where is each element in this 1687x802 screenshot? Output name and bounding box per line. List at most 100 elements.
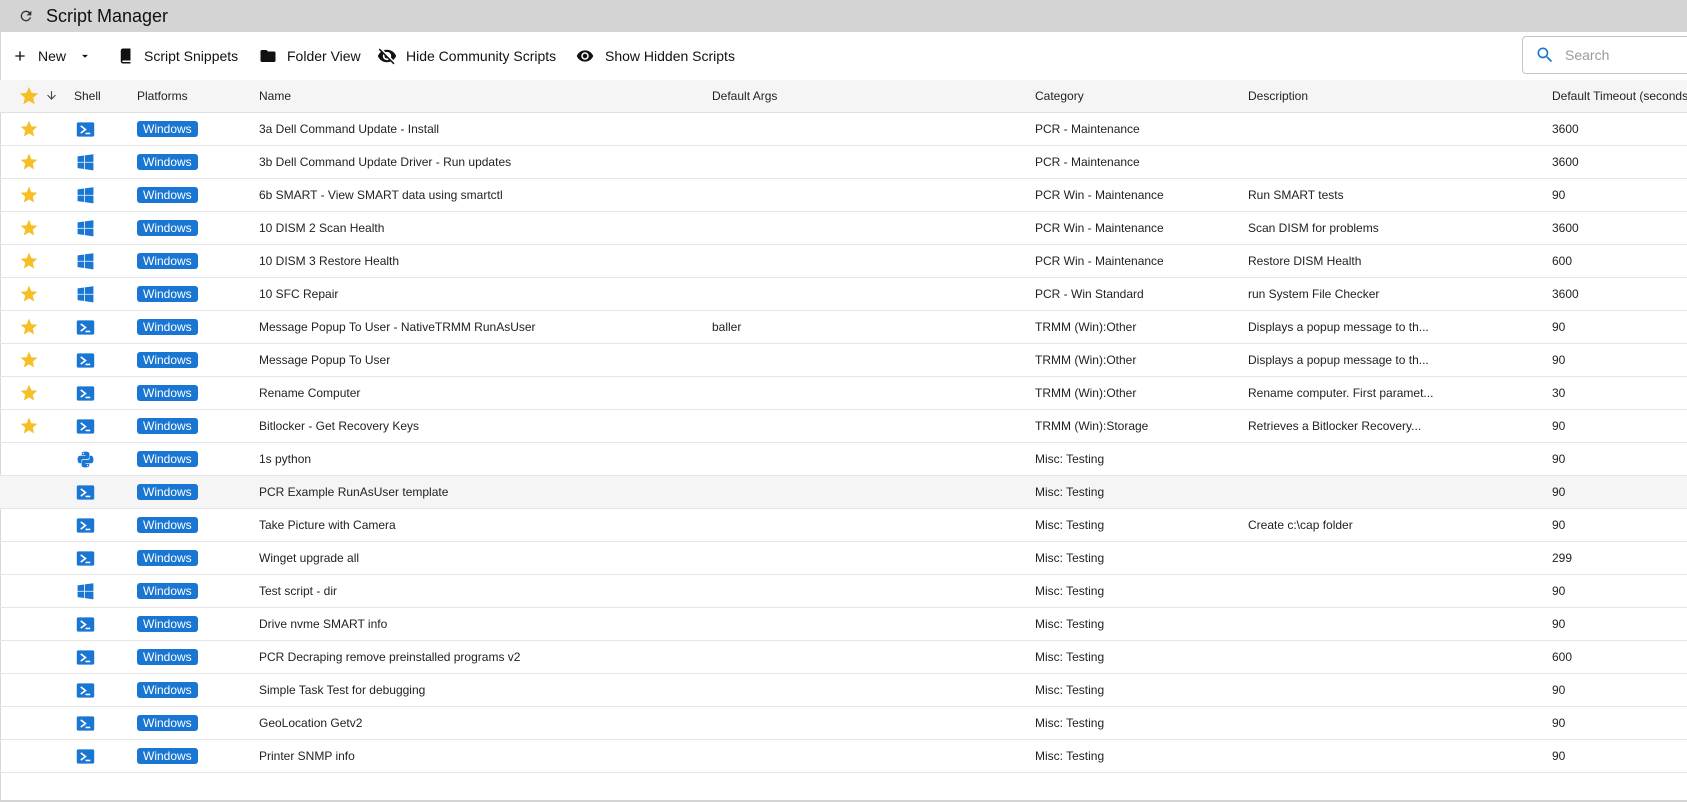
category: TRMM (Win):Other [1035, 353, 1137, 367]
table-row[interactable]: Windows Bitlocker - Get Recovery Keys TRMM… [0, 410, 1687, 443]
table-row[interactable]: Windows 3b Dell Command Update Driver - R… [0, 146, 1687, 179]
powershell-shell-icon [76, 683, 95, 698]
powershell-shell-icon [76, 122, 95, 137]
show-hidden-scripts-button[interactable]: Show Hidden Scripts [574, 47, 735, 65]
table-row[interactable]: Windows Printer SNMP info Misc: Testing 90 [0, 740, 1687, 773]
category: Misc: Testing [1035, 485, 1105, 499]
table-row[interactable]: Windows Message Popup To User - NativeTRM… [0, 311, 1687, 344]
table-row[interactable]: Windows Drive nvme SMART info Misc: Testin… [0, 608, 1687, 641]
description: Rename computer. First paramet... [1248, 386, 1434, 400]
favorite-star-icon[interactable] [19, 251, 39, 271]
category: Misc: Testing [1035, 452, 1105, 466]
cmd-shell-icon [77, 253, 94, 270]
category: TRMM (Win):Other [1035, 386, 1137, 400]
column-header-platforms[interactable]: Platforms [137, 89, 188, 103]
platform-badge: Windows [137, 715, 198, 731]
table-row[interactable]: Windows Winget upgrade all Misc: Testing 29… [0, 542, 1687, 575]
script-snippets-button[interactable]: Script Snippets [117, 47, 238, 65]
favorite-star-icon[interactable] [19, 119, 39, 139]
favorite-star-icon[interactable] [19, 185, 39, 205]
script-name: GeoLocation Getv2 [259, 716, 363, 730]
powershell-shell-icon [76, 749, 95, 764]
column-header-description[interactable]: Description [1248, 89, 1308, 103]
category: Misc: Testing [1035, 617, 1105, 631]
favorite-star-icon[interactable] [19, 152, 39, 172]
script-name: Drive nvme SMART info [259, 617, 388, 631]
column-header-category[interactable]: Category [1035, 89, 1084, 103]
platform-badge: Windows [137, 154, 198, 170]
search-box[interactable] [1522, 36, 1687, 74]
platform-badge: Windows [137, 319, 198, 335]
table-row[interactable]: Windows 10 DISM 2 Scan Health PCR Win - Ma… [0, 212, 1687, 245]
new-button[interactable]: New [12, 48, 92, 64]
table-row[interactable]: Windows 1s python Misc: Testing 90 [0, 443, 1687, 476]
folder-view-button[interactable]: Folder View [258, 47, 361, 65]
platform-badge: Windows [137, 583, 198, 599]
table-row[interactable]: Windows Message Popup To User TRMM (Win):O… [0, 344, 1687, 377]
refresh-icon[interactable] [18, 8, 34, 24]
cmd-shell-icon [77, 220, 94, 237]
caret-down-icon[interactable] [78, 49, 92, 63]
powershell-shell-icon [76, 617, 95, 632]
category: TRMM (Win):Storage [1035, 419, 1149, 433]
table-row[interactable]: Windows PCR Decraping remove preinstalled… [0, 641, 1687, 674]
column-header-shell[interactable]: Shell [74, 89, 101, 103]
default-timeout: 90 [1552, 419, 1566, 433]
script-name: Winget upgrade all [259, 551, 360, 565]
default-timeout: 90 [1552, 485, 1566, 499]
table-row[interactable]: Windows GeoLocation Getv2 Misc: Testing 90 [0, 707, 1687, 740]
default-timeout: 90 [1552, 716, 1566, 730]
category: Misc: Testing [1035, 584, 1105, 598]
default-timeout: 90 [1552, 353, 1566, 367]
cmd-shell-icon [77, 583, 94, 600]
hide-community-scripts-label: Hide Community Scripts [406, 48, 557, 64]
table-row[interactable]: Windows 10 SFC Repair PCR - Win Standard ru… [0, 278, 1687, 311]
script-name: Rename Computer [259, 386, 361, 400]
description: Scan DISM for problems [1248, 221, 1379, 235]
table-row[interactable]: Windows Simple Task Test for debugging Mis… [0, 674, 1687, 707]
platform-badge: Windows [137, 286, 198, 302]
category: PCR - Win Standard [1035, 287, 1144, 301]
platform-badge: Windows [137, 418, 198, 434]
default-timeout: 90 [1552, 518, 1566, 532]
platform-badge: Windows [137, 220, 198, 236]
script-name: 10 SFC Repair [259, 287, 339, 301]
folder-view-label: Folder View [287, 48, 361, 64]
favorite-star-icon[interactable] [19, 317, 39, 337]
favorite-star-icon[interactable] [19, 218, 39, 238]
default-timeout: 90 [1552, 188, 1566, 202]
table-row[interactable]: Windows 6b SMART - View SMART data using … [0, 179, 1687, 212]
description: run System File Checker [1248, 287, 1380, 301]
powershell-shell-icon [76, 518, 95, 533]
column-header-default-args[interactable]: Default Args [712, 89, 777, 103]
table-row[interactable]: Windows Rename Computer TRMM (Win):Other Re… [0, 377, 1687, 410]
sort-arrow-down-icon[interactable] [45, 89, 58, 102]
category: Misc: Testing [1035, 683, 1105, 697]
favorite-star-icon[interactable] [19, 284, 39, 304]
script-name: 1s python [259, 452, 312, 466]
favorite-column-star-icon[interactable] [18, 85, 40, 107]
column-header-default-timeout[interactable]: Default Timeout (seconds) [1552, 89, 1687, 103]
default-timeout: 600 [1552, 650, 1573, 664]
script-name: Message Popup To User - NativeTRMM RunAs… [259, 320, 536, 334]
title-bar: Script Manager [0, 0, 1687, 32]
table-row[interactable]: Windows Take Picture with Camera Misc: Tes… [0, 509, 1687, 542]
category: Misc: Testing [1035, 650, 1105, 664]
script-name: Test script - dir [259, 584, 338, 598]
default-timeout: 90 [1552, 683, 1566, 697]
favorite-star-icon[interactable] [19, 383, 39, 403]
search-input[interactable] [1563, 46, 1687, 64]
default-timeout: 90 [1552, 320, 1566, 334]
powershell-shell-icon [76, 320, 95, 335]
favorite-star-icon[interactable] [19, 416, 39, 436]
script-name: Simple Task Test for debugging [259, 683, 426, 697]
powershell-shell-icon [76, 419, 95, 434]
default-timeout: 3600 [1552, 122, 1579, 136]
favorite-star-icon[interactable] [19, 350, 39, 370]
table-row[interactable]: Windows 3a Dell Command Update - Install P… [0, 113, 1687, 146]
column-header-name[interactable]: Name [259, 89, 291, 103]
hide-community-scripts-button[interactable]: Hide Community Scripts [376, 46, 556, 66]
table-row[interactable]: Windows 10 DISM 3 Restore Health PCR Win -… [0, 245, 1687, 278]
table-row[interactable]: Windows PCR Example RunAsUser template Mis… [0, 476, 1687, 509]
table-row[interactable]: Windows Test script - dir Misc: Testing 90 [0, 575, 1687, 608]
